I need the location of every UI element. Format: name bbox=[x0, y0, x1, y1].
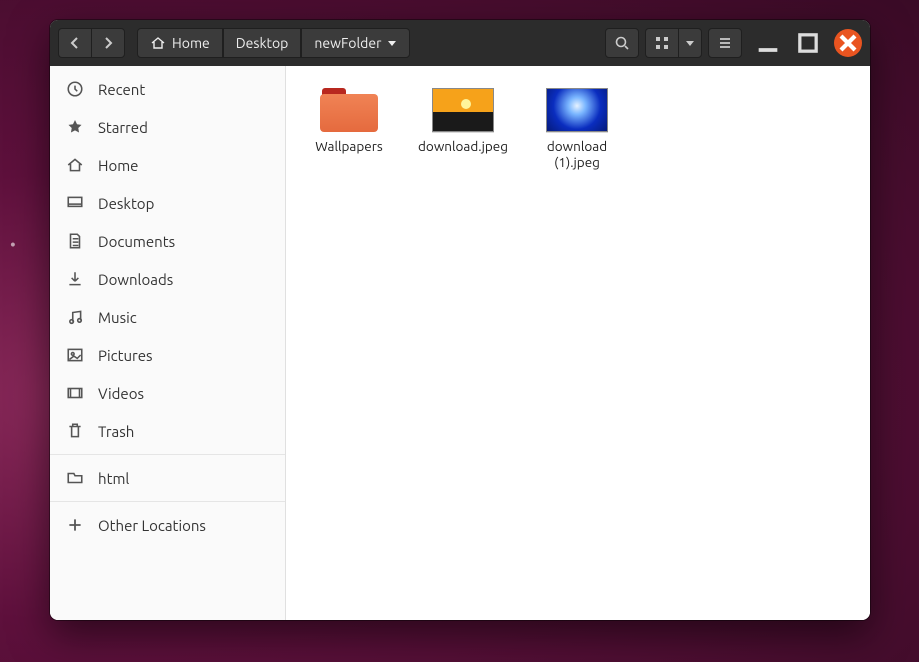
sidebar-item-html[interactable]: html bbox=[50, 459, 285, 497]
star-icon bbox=[66, 118, 84, 136]
forward-button[interactable] bbox=[91, 28, 125, 58]
minimize-button[interactable] bbox=[754, 29, 782, 57]
sidebar: Recent Starred Home Desktop Documents Do… bbox=[50, 66, 286, 620]
path-segment-home[interactable]: Home bbox=[137, 28, 223, 58]
chevron-down-icon bbox=[685, 35, 695, 51]
sidebar-item-home[interactable]: Home bbox=[50, 146, 285, 184]
image-item[interactable]: download.jpeg bbox=[420, 88, 506, 171]
search-button[interactable] bbox=[605, 28, 639, 58]
sidebar-item-other-locations[interactable]: Other Locations bbox=[50, 506, 285, 544]
file-name: download.jpeg bbox=[418, 138, 508, 154]
trash-icon bbox=[66, 422, 84, 440]
sidebar-item-label: Desktop bbox=[98, 195, 154, 212]
videos-icon bbox=[66, 384, 84, 402]
clock-icon bbox=[66, 80, 84, 98]
home-icon bbox=[66, 156, 84, 174]
titlebar: Home Desktop newFolder bbox=[50, 20, 870, 66]
view-dropdown-button[interactable] bbox=[678, 28, 702, 58]
plus-icon bbox=[66, 516, 84, 534]
hamburger-menu-button[interactable] bbox=[708, 28, 742, 58]
image-thumbnail bbox=[432, 88, 494, 132]
folder-icon bbox=[66, 469, 84, 487]
chevron-right-icon bbox=[100, 35, 116, 51]
sidebar-item-label: Trash bbox=[98, 423, 134, 440]
grid-icon bbox=[654, 35, 670, 51]
folder-item[interactable]: Wallpapers bbox=[306, 88, 392, 171]
music-icon bbox=[66, 308, 84, 326]
folder-icon bbox=[320, 88, 378, 132]
image-thumbnail bbox=[546, 88, 608, 132]
sidebar-item-trash[interactable]: Trash bbox=[50, 412, 285, 450]
downloads-icon bbox=[66, 270, 84, 288]
menu-icon bbox=[717, 35, 733, 51]
file-name: download (1).jpeg bbox=[534, 138, 620, 171]
pathbar: Home Desktop newFolder bbox=[137, 28, 410, 58]
sidebar-item-label: Starred bbox=[98, 119, 148, 136]
home-icon bbox=[150, 35, 166, 51]
file-name: Wallpapers bbox=[315, 138, 382, 154]
maximize-button[interactable] bbox=[794, 29, 822, 57]
sidebar-item-label: Other Locations bbox=[98, 517, 206, 534]
path-segment-current[interactable]: newFolder bbox=[301, 28, 410, 58]
documents-icon bbox=[66, 232, 84, 250]
sidebar-item-starred[interactable]: Starred bbox=[50, 108, 285, 146]
sidebar-item-documents[interactable]: Documents bbox=[50, 222, 285, 260]
sidebar-item-pictures[interactable]: Pictures bbox=[50, 336, 285, 374]
chevron-left-icon bbox=[67, 35, 83, 51]
back-button[interactable] bbox=[58, 28, 91, 58]
sidebar-separator bbox=[50, 454, 285, 455]
sidebar-separator bbox=[50, 501, 285, 502]
icon-view-button[interactable] bbox=[645, 28, 678, 58]
sidebar-item-label: Music bbox=[98, 309, 137, 326]
sidebar-item-videos[interactable]: Videos bbox=[50, 374, 285, 412]
image-item[interactable]: download (1).jpeg bbox=[534, 88, 620, 171]
view-toggle bbox=[645, 28, 702, 58]
file-manager-window: Home Desktop newFolder bbox=[50, 20, 870, 620]
sidebar-item-recent[interactable]: Recent bbox=[50, 70, 285, 108]
sidebar-item-label: Home bbox=[98, 157, 138, 174]
path-label: Desktop bbox=[236, 35, 289, 51]
sidebar-item-music[interactable]: Music bbox=[50, 298, 285, 336]
pictures-icon bbox=[66, 346, 84, 364]
sidebar-item-label: Documents bbox=[98, 233, 175, 250]
window-body: Recent Starred Home Desktop Documents Do… bbox=[50, 66, 870, 620]
sidebar-item-label: Recent bbox=[98, 81, 145, 98]
sidebar-item-label: html bbox=[98, 470, 129, 487]
sidebar-item-desktop[interactable]: Desktop bbox=[50, 184, 285, 222]
file-view[interactable]: Wallpapers download.jpeg download (1).jp… bbox=[286, 66, 870, 620]
nav-buttons bbox=[58, 28, 125, 58]
desktop-icon bbox=[66, 194, 84, 212]
sidebar-item-label: Pictures bbox=[98, 347, 153, 364]
path-label: Home bbox=[172, 35, 210, 51]
path-segment-desktop[interactable]: Desktop bbox=[223, 28, 302, 58]
sidebar-item-label: Downloads bbox=[98, 271, 173, 288]
sidebar-item-label: Videos bbox=[98, 385, 144, 402]
path-label: newFolder bbox=[314, 35, 381, 51]
search-icon bbox=[614, 35, 630, 51]
chevron-down-icon bbox=[387, 35, 397, 51]
close-button[interactable] bbox=[834, 29, 862, 57]
sidebar-item-downloads[interactable]: Downloads bbox=[50, 260, 285, 298]
